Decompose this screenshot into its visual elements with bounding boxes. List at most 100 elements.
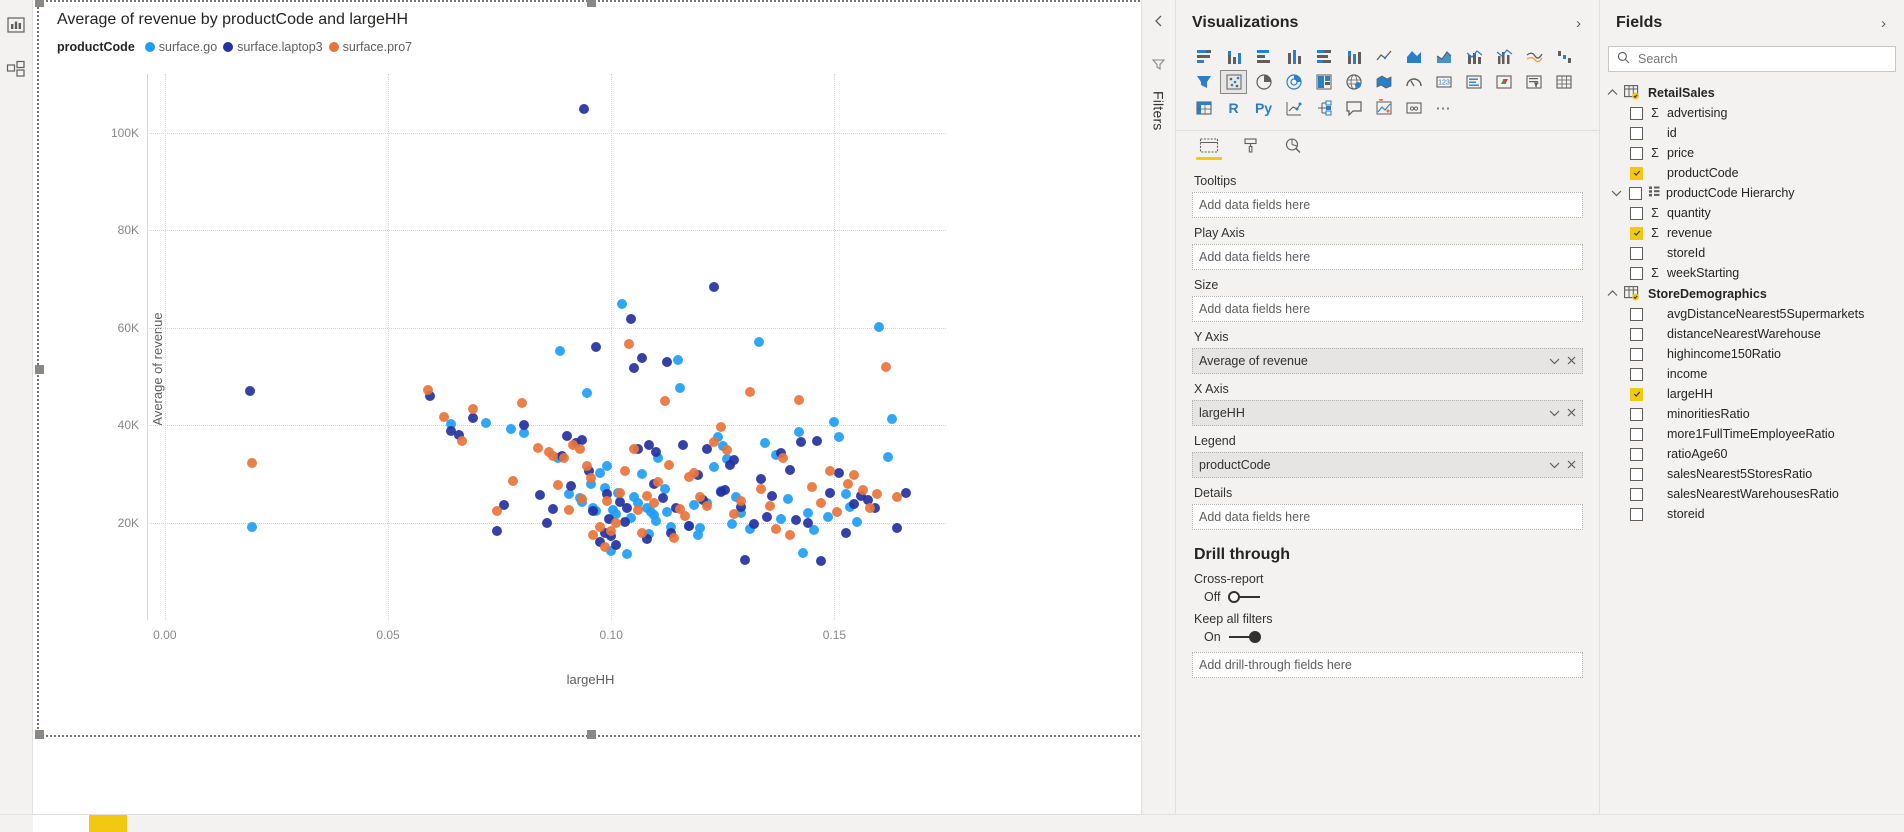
scatter-point[interactable] [831, 507, 842, 518]
fields-search-box[interactable] [1608, 46, 1896, 72]
page-tab[interactable] [33, 815, 89, 832]
scatter-point[interactable] [702, 500, 713, 511]
line-clustered-column-chart-icon[interactable] [1490, 44, 1517, 68]
field-row[interactable]: ΣdistanceNearestWarehouse [1600, 324, 1904, 344]
scatter-point[interactable] [588, 530, 599, 541]
field-checkbox[interactable] [1630, 507, 1643, 521]
chevron-left-icon[interactable] [1152, 14, 1166, 31]
scatter-point[interactable] [581, 387, 592, 398]
scatter-point[interactable] [679, 511, 690, 522]
scatter-point[interactable] [617, 299, 628, 310]
scatter-point[interactable] [802, 517, 813, 528]
scatter-point[interactable] [628, 363, 639, 374]
format-tab[interactable] [1238, 137, 1264, 164]
well-drop-zone[interactable]: Add data fields here [1192, 296, 1583, 322]
scatter-point[interactable] [610, 518, 621, 529]
scatter-point[interactable] [778, 453, 789, 464]
arcgis-maps-icon[interactable] [1370, 96, 1397, 120]
funnel-icon[interactable] [1151, 57, 1166, 75]
filters-pane-collapsed[interactable]: Filters [1142, 0, 1176, 832]
more-options-icon[interactable]: ⋯ [1430, 96, 1457, 120]
toggle-switch-on[interactable] [1228, 631, 1261, 643]
clustered-bar-chart-icon[interactable] [1250, 44, 1277, 68]
scatter-point[interactable] [637, 352, 648, 363]
scatter-point[interactable] [659, 396, 670, 407]
r-script-visual-icon[interactable]: R [1220, 96, 1247, 120]
field-row[interactable]: ΣlargeHH [1600, 384, 1904, 404]
scatter-point[interactable] [728, 454, 739, 465]
remove-field-icon[interactable] [1567, 355, 1576, 368]
scatter-point[interactable] [677, 439, 688, 450]
scatter-point[interactable] [708, 437, 719, 448]
filled-map-icon[interactable] [1370, 70, 1397, 94]
scatter-point[interactable] [668, 533, 679, 544]
scatter-point[interactable] [467, 413, 478, 424]
scatter-point[interactable] [784, 465, 795, 476]
scatter-point[interactable] [766, 490, 777, 501]
field-checkbox[interactable] [1630, 266, 1643, 280]
field-checkbox[interactable] [1630, 126, 1643, 140]
scatter-point[interactable] [675, 383, 686, 394]
scatter-point[interactable] [755, 484, 766, 495]
scatter-point[interactable] [887, 414, 898, 425]
fields-tab[interactable] [1196, 137, 1222, 164]
report-canvas[interactable]: Average of revenue by productCode and la… [33, 0, 1141, 820]
drill-through-drop-zone[interactable]: Add drill-through fields here [1192, 652, 1583, 678]
scatter-point[interactable] [505, 423, 516, 434]
scatter-point[interactable] [782, 494, 793, 505]
field-checkbox[interactable] [1630, 427, 1643, 441]
scatter-point[interactable] [728, 509, 739, 520]
field-checkbox[interactable] [1630, 246, 1643, 260]
field-checkbox[interactable] [1630, 467, 1643, 481]
stacked-bar-chart-icon[interactable] [1190, 44, 1217, 68]
scatter-point[interactable] [891, 492, 902, 503]
toggle-switch-off[interactable] [1228, 591, 1261, 603]
stacked-area-chart-icon[interactable] [1430, 44, 1457, 68]
scatter-point[interactable] [621, 502, 632, 513]
remove-field-icon[interactable] [1567, 459, 1576, 472]
scatter-point[interactable] [840, 527, 851, 538]
resize-handle-middle-left[interactable] [35, 364, 44, 374]
scatter-point[interactable] [740, 554, 751, 565]
field-row[interactable]: Σhighincome150Ratio [1600, 344, 1904, 364]
scatter-point[interactable] [775, 513, 786, 524]
field-row[interactable]: ΣsalesNearest5StoresRatio [1600, 464, 1904, 484]
resize-handle-top-left[interactable] [35, 0, 44, 7]
scatter-point[interactable] [851, 516, 862, 527]
card-icon[interactable]: 123 [1430, 70, 1457, 94]
scatter-point[interactable] [880, 361, 891, 372]
scatter-chart-icon[interactable] [1220, 70, 1247, 94]
scatter-point[interactable] [601, 496, 612, 507]
field-row[interactable]: Σprice [1600, 143, 1904, 163]
scatter-point[interactable] [753, 337, 764, 348]
field-row[interactable]: Σid [1600, 123, 1904, 143]
scatter-point[interactable] [784, 530, 795, 541]
scatter-point[interactable] [865, 503, 876, 514]
scatter-point[interactable] [552, 479, 563, 490]
scatter-point[interactable] [726, 519, 737, 530]
scatter-point[interactable] [793, 394, 804, 405]
scatter-point[interactable] [795, 437, 806, 448]
scatter-point[interactable] [824, 466, 835, 477]
stacked-column-chart-icon[interactable] [1220, 44, 1247, 68]
fields-tree[interactable]: RetailSalesΣadvertisingΣidΣpriceΣproduct… [1600, 82, 1904, 832]
scatter-point[interactable] [481, 417, 492, 428]
scatter-point[interactable] [849, 470, 860, 481]
cross-report-toggle[interactable]: Off [1192, 590, 1583, 604]
scatter-point[interactable] [824, 488, 835, 499]
scatter-point[interactable] [246, 458, 257, 469]
page-tab-active[interactable] [89, 815, 127, 832]
scatter-point[interactable] [559, 453, 570, 464]
well-drop-zone[interactable]: largeHH [1192, 400, 1583, 426]
scatter-point[interactable] [715, 421, 726, 432]
scatter-point[interactable] [720, 484, 731, 495]
scatter-point[interactable] [619, 465, 630, 476]
scatter-point[interactable] [554, 345, 565, 356]
visualization-type-grid[interactable]: 123 R Py ⋯ [1176, 42, 1599, 126]
scatter-point[interactable] [577, 494, 588, 505]
well-drop-zone[interactable]: Add data fields here [1192, 504, 1583, 530]
scatter-point[interactable] [802, 508, 813, 519]
scatter-point[interactable] [534, 490, 545, 501]
scatter-point[interactable] [246, 522, 257, 533]
analytics-tab[interactable] [1280, 137, 1306, 164]
